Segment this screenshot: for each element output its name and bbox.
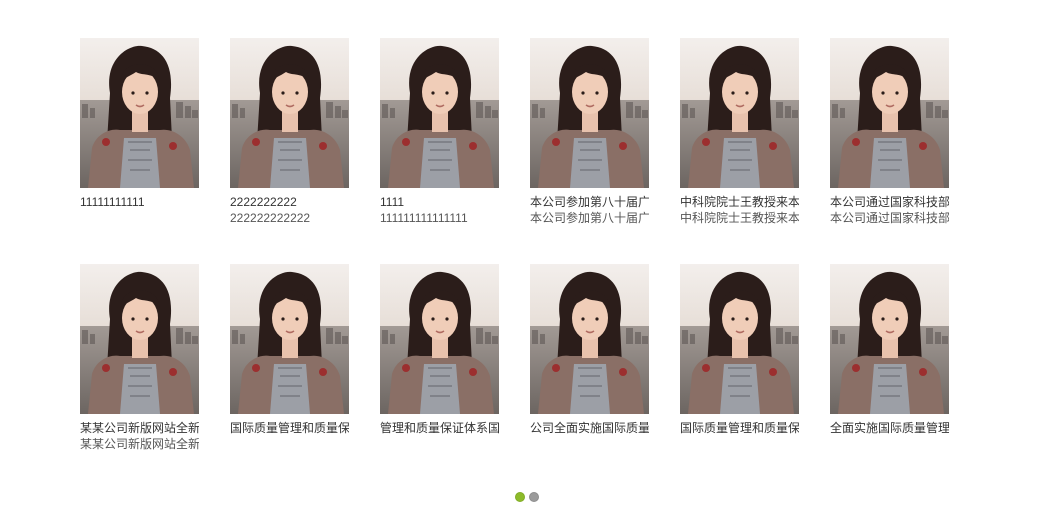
item-subtitle	[680, 437, 799, 452]
photo-thumbnail[interactable]	[680, 264, 799, 414]
gallery-item[interactable]: 国际质量管理和质量保	[230, 264, 349, 452]
item-subtitle	[80, 211, 199, 226]
portrait-photo	[230, 264, 349, 414]
portrait-photo	[530, 38, 649, 188]
photo-thumbnail[interactable]	[380, 38, 499, 188]
item-subtitle: 111111111111111	[380, 211, 468, 225]
item-subtitle	[230, 437, 349, 452]
item-subtitle: 222222222222	[230, 211, 311, 225]
photo-thumbnail[interactable]	[380, 264, 499, 414]
item-title[interactable]: 中科院院士王教授来本	[680, 195, 799, 210]
gallery-item[interactable]: 本公司通过国家科技部 本公司通过国家科技部	[830, 38, 949, 226]
gallery-item[interactable]: 某某公司新版网站全新 某某公司新版网站全新	[80, 264, 199, 452]
gallery-item[interactable]: 国际质量管理和质量保	[680, 264, 799, 452]
portrait-photo	[380, 38, 499, 188]
item-subtitle: 某某公司新版网站全新	[80, 437, 199, 451]
photo-gallery: 11111111111 2222222222 222222222222 1111…	[0, 0, 1044, 522]
item-subtitle	[830, 437, 949, 452]
photo-thumbnail[interactable]	[230, 38, 349, 188]
item-title[interactable]: 国际质量管理和质量保	[230, 421, 349, 436]
item-subtitle	[530, 437, 649, 452]
portrait-photo	[680, 38, 799, 188]
portrait-photo	[680, 264, 799, 414]
item-title[interactable]: 国际质量管理和质量保	[680, 421, 799, 436]
photo-thumbnail[interactable]	[80, 38, 199, 188]
pagination-dot-2[interactable]	[529, 492, 539, 502]
item-title[interactable]: 11111111111	[80, 195, 199, 210]
photo-thumbnail[interactable]	[230, 264, 349, 414]
item-title[interactable]: 1111	[380, 195, 499, 210]
photo-thumbnail[interactable]	[530, 38, 649, 188]
item-subtitle	[380, 437, 499, 452]
gallery-item[interactable]: 全面实施国际质量管理	[830, 264, 949, 452]
item-title[interactable]: 全面实施国际质量管理	[830, 421, 949, 436]
photo-thumbnail[interactable]	[80, 264, 199, 414]
gallery-item[interactable]: 中科院院士王教授来本 中科院院士王教授来本	[680, 38, 799, 226]
carousel-pagination	[515, 492, 539, 504]
item-subtitle: 中科院院士王教授来本	[680, 211, 799, 225]
item-subtitle: 本公司通过国家科技部	[830, 211, 949, 225]
gallery-item[interactable]: 本公司参加第八十届广 本公司参加第八十届广	[530, 38, 649, 226]
photo-thumbnail[interactable]	[680, 38, 799, 188]
gallery-item[interactable]: 1111 111111111111111	[380, 38, 499, 226]
portrait-photo	[80, 38, 199, 188]
photo-thumbnail[interactable]	[830, 264, 949, 414]
gallery-item[interactable]: 管理和质量保证体系国	[380, 264, 499, 452]
item-title[interactable]: 某某公司新版网站全新	[80, 421, 199, 436]
portrait-photo	[80, 264, 199, 414]
item-title[interactable]: 本公司参加第八十届广	[530, 195, 649, 210]
portrait-photo	[230, 38, 349, 188]
portrait-photo	[380, 264, 499, 414]
photo-thumbnail[interactable]	[530, 264, 649, 414]
photo-thumbnail[interactable]	[830, 38, 949, 188]
item-title[interactable]: 管理和质量保证体系国	[380, 421, 499, 436]
gallery-item[interactable]: 2222222222 222222222222	[230, 38, 349, 226]
gallery-item[interactable]: 11111111111	[80, 38, 199, 226]
gallery-item[interactable]: 公司全面实施国际质量	[530, 264, 649, 452]
item-title[interactable]: 本公司通过国家科技部	[830, 195, 949, 210]
portrait-photo	[530, 264, 649, 414]
portrait-photo	[830, 264, 949, 414]
item-title[interactable]: 公司全面实施国际质量	[530, 421, 649, 436]
pagination-dot-1[interactable]	[515, 492, 525, 502]
portrait-photo	[830, 38, 949, 188]
item-title[interactable]: 2222222222	[230, 195, 349, 210]
item-subtitle: 本公司参加第八十届广	[530, 211, 649, 225]
